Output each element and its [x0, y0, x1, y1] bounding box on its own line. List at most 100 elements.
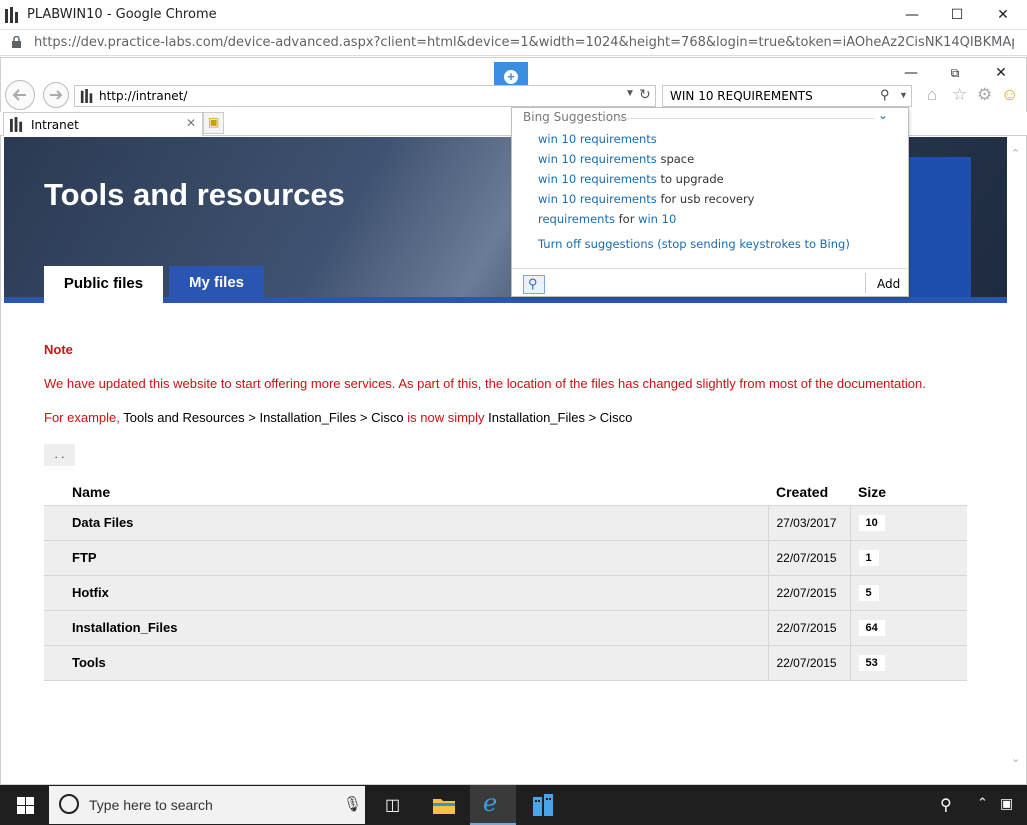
magnifier-icon: ⚲	[528, 276, 538, 291]
tab-public-files[interactable]: Public files	[44, 266, 163, 303]
search-box[interactable]: WIN 10 REQUIREMENTS ⚲ ▼	[662, 85, 912, 107]
home-icon[interactable]: ⌂	[927, 85, 937, 105]
collapse-chevron-icon[interactable]: ⌄	[878, 108, 888, 122]
taskbar-search-input[interactable]: Type here to search	[89, 797, 213, 813]
chrome-title-bar: PLABWIN10 - Google Chrome — ☐ ✕	[0, 0, 1027, 30]
site-favicon-icon	[80, 89, 93, 103]
example-new-path: Installation_Files > Cisco	[488, 410, 633, 425]
banner-side-panel	[899, 157, 971, 297]
network-icon[interactable]: ▣	[1000, 795, 1013, 812]
table-row[interactable]: Data Files 27/03/2017 10	[44, 504, 967, 540]
file-name[interactable]: Hotfix	[44, 574, 768, 610]
search-magnifier-icon[interactable]: ⚲	[880, 87, 890, 103]
add-provider-button[interactable]: Add	[877, 277, 900, 291]
file-name[interactable]: Data Files	[44, 504, 768, 540]
back-button[interactable]	[5, 80, 35, 110]
turn-off-suggestions-link[interactable]: Turn off suggestions (stop sending keyst…	[538, 237, 850, 251]
practice-labs-logo-icon	[5, 7, 18, 23]
ie-restore-button[interactable]: ⧉	[940, 62, 970, 84]
tab-intranet[interactable]: Intranet ✕	[3, 112, 203, 136]
tab-title: Intranet	[31, 118, 79, 132]
internet-explorer-button[interactable]: e	[470, 785, 516, 825]
tray-chevron-icon[interactable]: ⌃	[977, 795, 988, 811]
footer-divider	[865, 273, 866, 293]
ie-minimize-button[interactable]: —	[896, 62, 926, 84]
file-name[interactable]: Installation_Files	[44, 609, 768, 645]
search-input[interactable]: WIN 10 REQUIREMENTS	[670, 89, 813, 103]
file-name[interactable]: Tools	[44, 644, 768, 681]
address-dropdown-icon[interactable]: ▼	[625, 88, 635, 99]
table-row[interactable]: Tools 22/07/2015 53	[44, 644, 967, 681]
taskbar-search-box[interactable]: Type here to search 🎙	[49, 786, 365, 824]
page-title: Tools and resources	[44, 177, 345, 212]
file-size-badge: 64	[858, 620, 885, 636]
new-tab-button[interactable]: ▣	[203, 112, 224, 134]
table-row[interactable]: Hotfix 22/07/2015 5	[44, 574, 967, 610]
example-prefix: For example,	[44, 410, 124, 425]
update-message: We have updated this website to start of…	[44, 376, 926, 391]
tab-my-files[interactable]: My files	[169, 266, 264, 297]
task-view-icon: ◫	[385, 797, 401, 814]
column-size[interactable]: Size	[850, 478, 967, 505]
suggestion-item[interactable]: requirements for win 10	[538, 212, 676, 226]
windows-logo-icon	[17, 797, 34, 814]
internet-explorer-icon: e	[483, 789, 498, 817]
chrome-url-bar[interactable]: https://dev.practice-labs.com/device-adv…	[0, 30, 1027, 56]
settings-gear-icon[interactable]: ⚙	[977, 85, 992, 105]
suggestion-item[interactable]: win 10 requirements to upgrade	[538, 172, 724, 186]
file-created: 22/07/2015	[767, 644, 850, 681]
file-size-badge: 53	[858, 655, 885, 671]
bing-suggestions-dropdown: Bing Suggestions ⌄ win 10 requirements w…	[511, 107, 909, 297]
cortana-icon	[59, 794, 79, 814]
windows-taskbar: Type here to search 🎙 ◫ e ⚲ ⌃ ▣	[0, 785, 1027, 825]
suggestion-item[interactable]: win 10 requirements	[538, 132, 657, 146]
files-table: Name Created Size Data Files 27/03/2017 …	[44, 478, 967, 681]
search-provider-icon[interactable]: ⚲	[523, 275, 545, 294]
microphone-icon[interactable]: 🎙	[343, 795, 362, 813]
favorites-star-icon[interactable]: ☆	[952, 85, 967, 105]
suggestion-item[interactable]: win 10 requirements for usb recovery	[538, 192, 754, 206]
vertical-scrollbar[interactable]: ⌃ ⌄	[1007, 137, 1026, 783]
task-view-button[interactable]: ◫	[371, 785, 417, 825]
search-dropdown-icon[interactable]: ▼	[899, 90, 908, 100]
chrome-url-text[interactable]: https://dev.practice-labs.com/device-adv…	[34, 35, 1014, 50]
practice-labs-app-button[interactable]	[519, 785, 565, 825]
file-explorer-button[interactable]	[421, 785, 467, 825]
people-icon[interactable]: ⚲	[940, 795, 952, 815]
maximize-button[interactable]: ☐	[942, 4, 972, 26]
file-created: 22/07/2015	[767, 539, 850, 575]
suggestion-item[interactable]: win 10 requirements space	[538, 152, 694, 166]
back-arrow-icon	[12, 89, 26, 101]
suggestions-header: Bing Suggestions	[523, 110, 627, 124]
building-icon	[533, 794, 553, 816]
start-button[interactable]	[0, 785, 48, 825]
file-name[interactable]: FTP	[44, 539, 768, 575]
example-message: For example, Tools and Resources > Insta…	[44, 410, 632, 425]
smiley-feedback-icon[interactable]: ☺	[1001, 85, 1018, 105]
search-provider-footer: ⚲ Add	[512, 268, 908, 297]
minimize-button[interactable]: —	[897, 4, 927, 26]
note-label: Note	[44, 342, 73, 357]
table-header-row: Name Created Size	[44, 478, 967, 505]
file-size-badge: 5	[858, 585, 879, 601]
scroll-up-icon[interactable]: ⌃	[1011, 147, 1020, 160]
column-created[interactable]: Created	[768, 478, 850, 505]
table-row[interactable]: FTP 22/07/2015 1	[44, 539, 967, 575]
folder-icon	[433, 799, 455, 814]
tab-close-icon[interactable]: ✕	[186, 116, 196, 130]
close-button[interactable]: ✕	[988, 4, 1018, 26]
file-created: 22/07/2015	[767, 574, 850, 610]
forward-button[interactable]	[43, 82, 69, 108]
ie-close-button[interactable]: ✕	[986, 62, 1016, 84]
parent-directory-button[interactable]: . .	[44, 444, 75, 466]
plus-icon: +	[504, 70, 518, 84]
window-title: PLABWIN10 - Google Chrome	[27, 7, 217, 22]
file-created: 22/07/2015	[767, 609, 850, 645]
address-bar[interactable]: http://intranet/ ▼ ↻	[74, 85, 656, 107]
column-name[interactable]: Name	[44, 478, 768, 505]
address-text[interactable]: http://intranet/	[99, 89, 187, 103]
table-row[interactable]: Installation_Files 22/07/2015 64	[44, 609, 967, 645]
refresh-icon[interactable]: ↻	[639, 86, 651, 103]
example-old-path: Tools and Resources > Installation_Files…	[123, 410, 404, 425]
scroll-down-icon[interactable]: ⌄	[1011, 752, 1020, 765]
